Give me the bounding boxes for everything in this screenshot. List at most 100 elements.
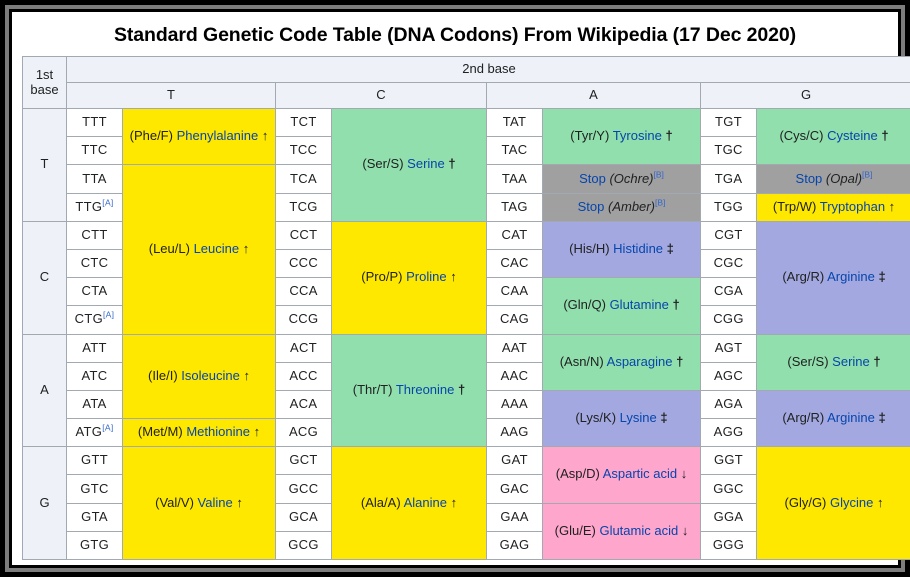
amino-acid-cell-ser[interactable]: (Ser/S) Serine † [331,108,487,222]
amino-acid-cell-arg[interactable]: (Arg/R) Arginine ‡ [756,220,910,335]
codon-cell-CGG[interactable]: CGG [700,305,757,335]
codon-cell-GAA[interactable]: GAA [486,502,543,532]
codon-cell-TTG[interactable]: TTG[A] [66,192,123,222]
codon-cell-CAA[interactable]: CAA [486,277,543,307]
amino-acid-cell-ser2[interactable]: (Ser/S) Serine † [756,333,910,391]
footnote-marker-a[interactable]: [A] [102,197,113,207]
codon-cell-GAT[interactable]: GAT [486,446,543,476]
amino-acid-cell-val[interactable]: (Val/V) Valine ↑ [122,446,276,560]
codon-cell-TTA[interactable]: TTA [66,164,123,194]
codon-cell-TGT[interactable]: TGT [700,107,757,138]
codon-cell-CTT[interactable]: CTT [66,220,123,250]
codon-cell-TGA[interactable]: TGA [700,164,757,194]
amino-acid-cell-asp[interactable]: (Asp/D) Aspartic acid ↓ [542,446,701,504]
codon-cell-GGC[interactable]: GGC [700,474,757,504]
codon-cell-TGC[interactable]: TGC [700,136,757,166]
codon-cell-TCC[interactable]: TCC [275,136,332,166]
codon-cell-CAG[interactable]: CAG [486,305,543,335]
amino-acid-cell-glu[interactable]: (Glu/E) Glutamic acid ↓ [542,502,701,561]
codon-cell-AAG[interactable]: AAG [486,418,543,448]
footnote-marker-b[interactable]: [B] [655,197,665,207]
amino-acid-cell-gln[interactable]: (Gln/Q) Glutamine † [542,277,701,335]
codon-cell-TTC[interactable]: TTC [66,136,123,166]
codon-cell-ATA[interactable]: ATA [66,389,123,420]
codon-cell-ACT[interactable]: ACT [275,333,332,363]
codon-cell-ATC[interactable]: ATC [66,361,123,391]
codon-cell-CCC[interactable]: CCC [275,248,332,279]
codon-cell-TCG[interactable]: TCG [275,192,332,222]
codon-cell-GAC[interactable]: GAC [486,474,543,504]
codon-cell-TTT[interactable]: TTT [66,107,123,138]
amino-acid-cell-tyr[interactable]: (Tyr/Y) Tyrosine † [542,107,701,166]
amino-acid-cell-phe[interactable]: (Phe/F) Phenylalanine ↑ [122,107,276,166]
footnote-marker-b[interactable]: [B] [862,169,872,179]
codon-text: TAT [502,114,527,130]
codon-cell-CGC[interactable]: CGC [700,248,757,279]
codon-cell-CGT[interactable]: CGT [700,220,757,250]
footnote-marker-a[interactable]: [A] [103,310,114,320]
codon-cell-CTA[interactable]: CTA [66,277,123,307]
codon-cell-AGT[interactable]: AGT [700,333,757,363]
codon-text: CCG [288,311,319,327]
codon-cell-CCG[interactable]: CCG [275,305,332,335]
amino-acid-cell-stop-ochre[interactable]: Stop (Ochre)[B] [542,164,701,194]
amino-acid-cell-leu[interactable]: (Leu/L) Leucine ↑ [122,164,276,335]
amino-acid-cell-arg2[interactable]: (Arg/R) Arginine ‡ [756,389,910,448]
amino-acid-cell-pro[interactable]: (Pro/P) Proline ↑ [331,220,487,335]
codon-cell-TCT[interactable]: TCT [275,107,332,138]
codon-cell-TCA[interactable]: TCA [275,164,332,194]
codon-cell-AGC[interactable]: AGC [700,361,757,391]
amino-acid-cell-cys[interactable]: (Cys/C) Cysteine † [756,107,910,166]
codon-cell-ACA[interactable]: ACA [275,389,332,420]
codon-cell-TAA[interactable]: TAA [486,164,543,194]
codon-cell-ATT[interactable]: ATT [66,333,123,363]
amino-acid-cell-ile[interactable]: (Ile/I) Isoleucine ↑ [122,333,276,420]
footnote-marker-b[interactable]: [B] [654,169,664,179]
amino-acid-cell-trp[interactable]: (Trp/W) Tryptophan ↑ [756,192,910,222]
amino-acid-cell-stop-amber[interactable]: Stop (Amber)[B] [542,192,701,222]
codon-cell-AAT[interactable]: AAT [486,333,543,363]
amino-acid-cell-met[interactable]: (Met/M) Methionine ↑ [122,418,276,448]
codon-cell-GCG[interactable]: GCG [275,530,332,561]
amino-acid-cell-ala[interactable]: (Ala/A) Alanine ↑ [331,446,487,560]
codon-cell-TAT[interactable]: TAT [486,107,543,138]
aa-symbol: ↑ [261,128,269,144]
codon-cell-TAC[interactable]: TAC [486,136,543,166]
amino-acid-cell-lys[interactable]: (Lys/K) Lysine ‡ [542,389,701,448]
codon-cell-CGA[interactable]: CGA [700,277,757,307]
codon-cell-CCT[interactable]: CCT [275,220,332,250]
codon-cell-GTT[interactable]: GTT [66,446,123,476]
amino-acid-cell-asn[interactable]: (Asn/N) Asparagine † [542,333,701,391]
codon-cell-ACG[interactable]: ACG [275,418,332,448]
codon-cell-GGT[interactable]: GGT [700,446,757,476]
codon-cell-GCT[interactable]: GCT [275,446,332,476]
codon-cell-GCC[interactable]: GCC [275,474,332,504]
codon-cell-GGA[interactable]: GGA [700,502,757,532]
codon-cell-CAC[interactable]: CAC [486,248,543,279]
codon-cell-CTG[interactable]: CTG[A] [66,305,123,335]
codon-cell-ATG[interactable]: ATG[A] [66,418,123,448]
footnote-marker-a[interactable]: [A] [102,423,113,433]
amino-acid-cell-his[interactable]: (His/H) Histidine ‡ [542,220,701,279]
codon-cell-TAG[interactable]: TAG [486,192,543,222]
amino-acid-cell-gly[interactable]: (Gly/G) Glycine ↑ [756,446,910,560]
codon-cell-AGA[interactable]: AGA [700,389,757,420]
codon-cell-AGG[interactable]: AGG [700,418,757,448]
codon-cell-AAA[interactable]: AAA [486,389,543,420]
codon-text: TGT [715,114,742,130]
codon-cell-GCA[interactable]: GCA [275,502,332,532]
codon-cell-CCA[interactable]: CCA [275,277,332,307]
codon-cell-ACC[interactable]: ACC [275,361,332,391]
codon-cell-CTC[interactable]: CTC [66,248,123,279]
codon-cell-GTA[interactable]: GTA [66,502,123,532]
codon-cell-GGG[interactable]: GGG [700,530,757,561]
amino-acid-cell-stop-opal[interactable]: Stop (Opal)[B] [756,164,910,194]
codon-cell-GTG[interactable]: GTG [66,530,123,561]
codon-cell-AAC[interactable]: AAC [486,361,543,391]
codon-cell-TGG[interactable]: TGG [700,192,757,222]
amino-acid-cell-thr[interactable]: (Thr/T) Threonine † [331,333,487,448]
codon-cell-GAG[interactable]: GAG [486,530,543,561]
aa-name: Alanine [403,494,447,510]
codon-cell-GTC[interactable]: GTC [66,474,123,504]
codon-cell-CAT[interactable]: CAT [486,220,543,250]
